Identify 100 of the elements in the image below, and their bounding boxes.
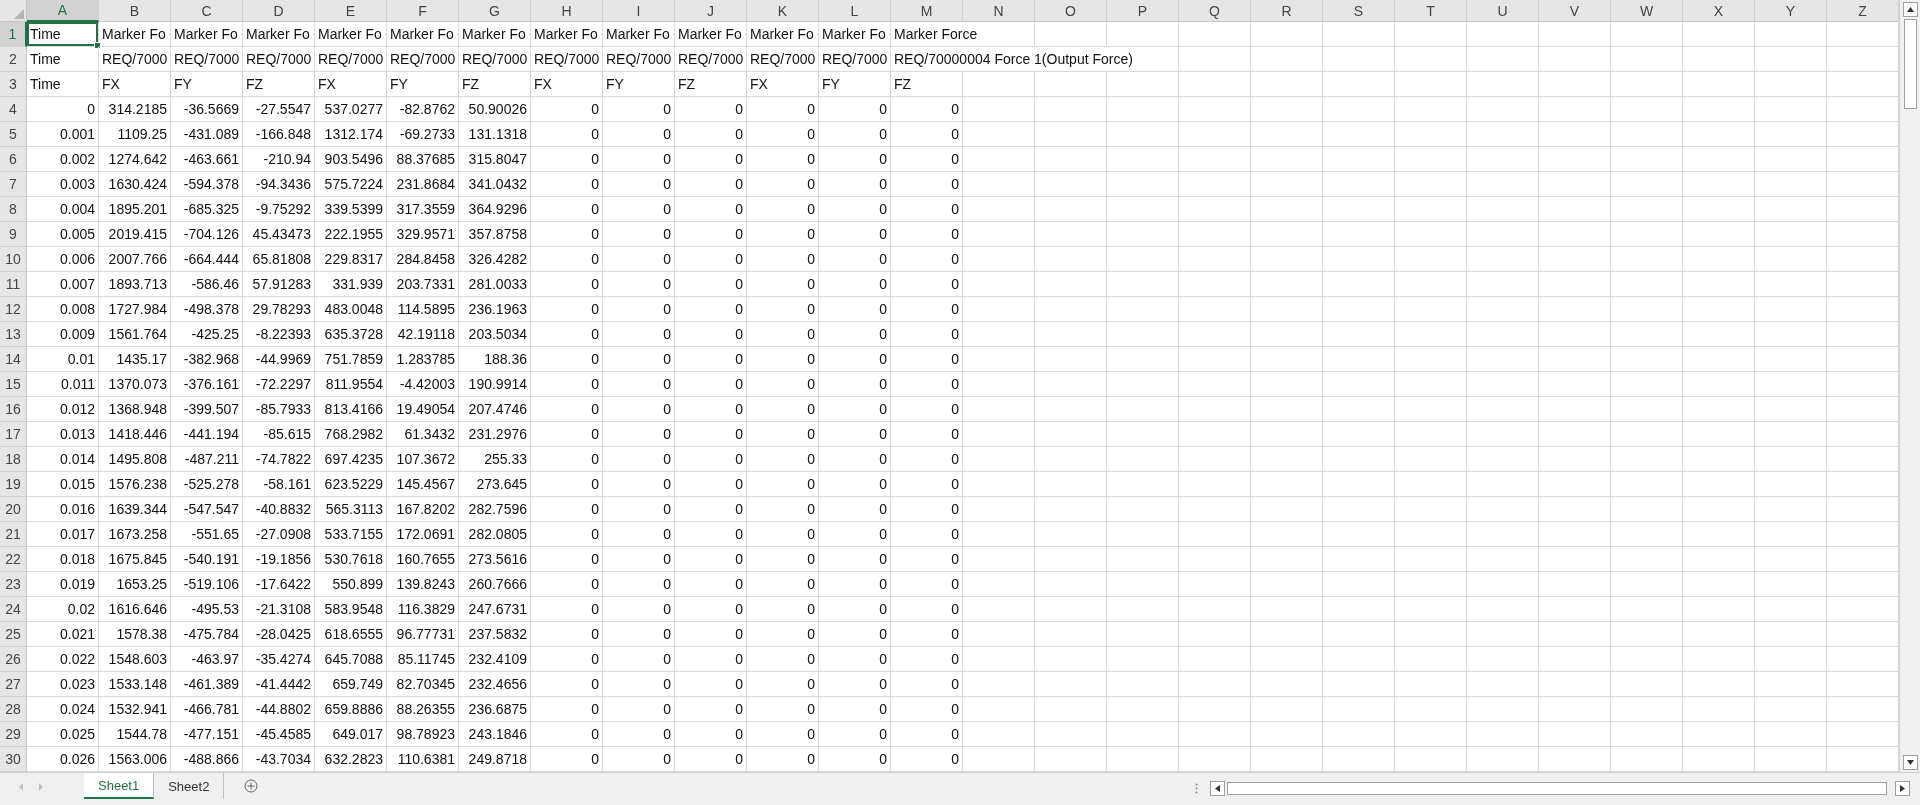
column-header[interactable]: J [675, 0, 747, 22]
column-header[interactable]: W [1611, 0, 1683, 22]
row-header[interactable]: 11 [0, 272, 27, 297]
empty-cell [1179, 622, 1251, 647]
row-header[interactable]: 28 [0, 697, 27, 722]
row-header[interactable]: 22 [0, 547, 27, 572]
column-header[interactable]: V [1539, 0, 1611, 22]
table-cell: 50.90026 [459, 97, 531, 122]
column-header[interactable]: H [531, 0, 603, 22]
column-header[interactable]: Q [1179, 0, 1251, 22]
row-header[interactable]: 15 [0, 372, 27, 397]
row-header[interactable]: 10 [0, 247, 27, 272]
splitter-handle-icon[interactable] [1195, 783, 1198, 794]
table-cell: 139.8243 [387, 572, 459, 597]
column-header[interactable]: M [891, 0, 963, 22]
row-header[interactable]: 9 [0, 222, 27, 247]
row-header[interactable]: 12 [0, 297, 27, 322]
table-cell: 282.0805 [459, 522, 531, 547]
table-cell: 0.005 [27, 222, 99, 247]
table-cell: 255.33 [459, 447, 531, 472]
row-header[interactable]: 30 [0, 747, 27, 772]
table-cell: 0 [891, 672, 963, 697]
row-header[interactable]: 7 [0, 172, 27, 197]
scrollbar-thumb[interactable] [1227, 782, 1887, 795]
column-header[interactable]: S [1323, 0, 1395, 22]
column-header[interactable]: N [963, 0, 1035, 22]
column-header[interactable]: O [1035, 0, 1107, 22]
empty-cell [1539, 197, 1611, 222]
scrollbar-thumb[interactable] [1903, 19, 1917, 109]
row-header[interactable]: 19 [0, 472, 27, 497]
table-cell: 0 [747, 572, 819, 597]
row-header[interactable]: 29 [0, 722, 27, 747]
row-header[interactable]: 17 [0, 422, 27, 447]
column-header[interactable]: K [747, 0, 819, 22]
row-header[interactable]: 25 [0, 622, 27, 647]
column-header[interactable]: C [171, 0, 243, 22]
scroll-right-button[interactable] [1895, 781, 1910, 796]
empty-cell [1107, 722, 1179, 747]
empty-cell [1467, 572, 1539, 597]
row-header[interactable]: 1 [0, 22, 27, 47]
empty-cell [1395, 622, 1467, 647]
column-header[interactable]: B [99, 0, 171, 22]
column-header[interactable]: R [1251, 0, 1323, 22]
row-header[interactable]: 26 [0, 647, 27, 672]
column-header[interactable]: T [1395, 0, 1467, 22]
empty-cell [1251, 422, 1323, 447]
empty-cell [963, 697, 1035, 722]
row-header[interactable]: 16 [0, 397, 27, 422]
row-header[interactable]: 2 [0, 47, 27, 72]
table-cell: 0 [603, 397, 675, 422]
row-header[interactable]: 14 [0, 347, 27, 372]
empty-cell [1395, 197, 1467, 222]
column-header[interactable]: L [819, 0, 891, 22]
column-header[interactable]: G [459, 0, 531, 22]
row-header[interactable]: 8 [0, 197, 27, 222]
row-header[interactable]: 23 [0, 572, 27, 597]
table-cell: 0 [603, 172, 675, 197]
table-cell: 1370.073 [99, 372, 171, 397]
empty-cell [1179, 472, 1251, 497]
column-header[interactable]: A [27, 0, 99, 22]
empty-cell [1539, 672, 1611, 697]
column-header[interactable]: F [387, 0, 459, 22]
column-header[interactable]: Z [1827, 0, 1899, 22]
scroll-left-button[interactable] [1210, 781, 1225, 796]
row-header[interactable]: 18 [0, 447, 27, 472]
row-header[interactable]: 27 [0, 672, 27, 697]
table-cell: 0.012 [27, 397, 99, 422]
fill-handle[interactable] [94, 42, 101, 49]
table-cell: 0 [603, 447, 675, 472]
row-header[interactable]: 20 [0, 497, 27, 522]
column-header[interactable]: P [1107, 0, 1179, 22]
row-header[interactable]: 24 [0, 597, 27, 622]
column-header[interactable]: D [243, 0, 315, 22]
scroll-up-button[interactable] [1902, 2, 1918, 17]
table-cell: Marker Fo [603, 22, 675, 47]
row-header[interactable]: 5 [0, 122, 27, 147]
empty-cell [1683, 647, 1755, 672]
sheet-tab[interactable]: Sheet1 [84, 773, 155, 799]
column-header[interactable]: X [1683, 0, 1755, 22]
add-sheet-button[interactable] [242, 777, 261, 795]
table-cell: 0 [675, 572, 747, 597]
table-cell: 61.3432 [387, 422, 459, 447]
scroll-down-button[interactable] [1902, 755, 1918, 770]
column-header[interactable]: U [1467, 0, 1539, 22]
column-header[interactable]: Y [1755, 0, 1827, 22]
row-header[interactable]: 21 [0, 522, 27, 547]
table-cell: 1630.424 [99, 172, 171, 197]
empty-cell [1395, 147, 1467, 172]
column-header[interactable]: E [315, 0, 387, 22]
row-header[interactable]: 13 [0, 322, 27, 347]
table-cell: 0.025 [27, 722, 99, 747]
empty-cell [1251, 347, 1323, 372]
sheet-tab[interactable]: Sheet2 [154, 773, 225, 799]
empty-cell [1323, 397, 1395, 422]
row-header[interactable]: 3 [0, 72, 27, 97]
column-header[interactable]: I [603, 0, 675, 22]
row-header[interactable]: 6 [0, 147, 27, 172]
table-cell: 1532.941 [99, 697, 171, 722]
row-header[interactable]: 4 [0, 97, 27, 122]
empty-cell [1467, 47, 1539, 72]
